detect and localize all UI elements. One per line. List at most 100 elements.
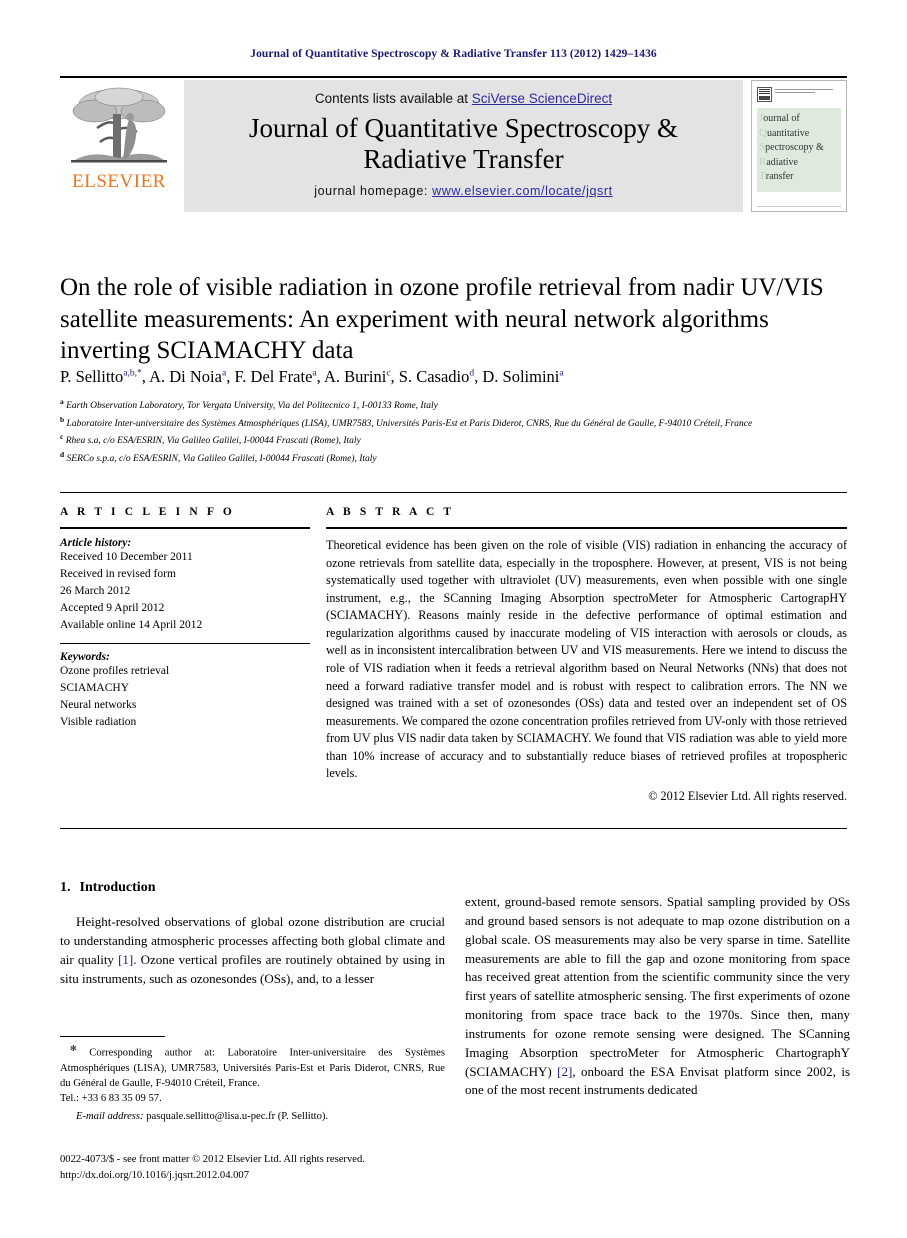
- corresponding-marker-icon: ✻: [70, 1044, 77, 1053]
- corresponding-author-tel: Tel.: +33 6 83 35 09 57.: [60, 1092, 162, 1104]
- sciencedirect-link[interactable]: SciVerse ScienceDirect: [472, 91, 612, 106]
- corresponding-author-line: ✻ Corresponding author at: Laboratoire I…: [60, 1043, 445, 1106]
- corresponding-author-marker: ,*: [134, 368, 142, 379]
- cover-publisher-icon: [757, 87, 772, 102]
- history-revised-date: 26 March 2012: [60, 584, 131, 597]
- history-received: Received 10 December 2011: [60, 551, 193, 563]
- cover-masthead-lines: [775, 87, 841, 95]
- cover-word-journal: ournal of: [763, 113, 800, 124]
- author-affil-mark: a: [559, 368, 564, 379]
- body-column-right: extent, ground-based remote sensors. Spa…: [465, 880, 850, 1113]
- journal-masthead: ELSEVIER Contents lists available at Sci…: [60, 76, 847, 212]
- abstract-rule: [326, 527, 847, 529]
- cover-title-line: Quantitative: [759, 126, 838, 141]
- cover-word-radiative: adiative: [766, 156, 798, 168]
- info-band-top-rule: [60, 492, 847, 493]
- body-column-left: 1. Introduction Height-resolved observati…: [60, 880, 445, 1001]
- author-4: A. Burinic: [324, 367, 391, 386]
- history-revised-label: Received in revised form: [60, 567, 176, 580]
- cover-word-quantitative: uantitative: [766, 127, 810, 139]
- contents-lists-line: Contents lists available at SciVerse Sci…: [315, 91, 612, 106]
- author-6: D. Soliminia: [482, 367, 563, 386]
- elsevier-wordmark: ELSEVIER: [72, 171, 166, 192]
- journal-homepage-line: journal homepage: www.elsevier.com/locat…: [314, 184, 612, 198]
- article-info-heading: A R T I C L E I N F O: [60, 506, 235, 518]
- paper-page: Journal of Quantitative Spectroscopy & R…: [0, 0, 907, 1238]
- author-2: A. Di Noiaa: [149, 367, 226, 386]
- abstract-column: A B S T R A C T Theoretical evidence has…: [326, 506, 847, 804]
- history-available-online: Available online 14 April 2012: [60, 618, 203, 631]
- author-1: P. Sellittoa,b,*: [60, 367, 142, 386]
- author-name: P. Sellitto: [60, 367, 124, 386]
- intro-paragraph-left: Height-resolved observations of global o…: [60, 913, 445, 988]
- history-accepted: Accepted 9 April 2012: [60, 601, 165, 614]
- journal-cover-thumbnail: Journal of Quantitative Spectroscopy & R…: [751, 80, 847, 212]
- doi-line[interactable]: http://dx.doi.org/10.1016/j.jqsrt.2012.0…: [60, 1168, 510, 1184]
- info-band-bottom-rule: [60, 828, 847, 829]
- author-list: P. Sellittoa,b,*, A. Di Noiaa, F. Del Fr…: [60, 367, 850, 387]
- affiliation-d: d SERCo s.p.a, c/o ESA/ESRIN, Via Galile…: [60, 449, 850, 467]
- cover-dropcap-t: T: [759, 170, 766, 183]
- cover-dropcap-q: Q: [759, 126, 767, 139]
- author-sep: ,: [390, 367, 399, 386]
- affiliation-text: Laboratoire Inter-universitaire des Syst…: [66, 418, 753, 429]
- article-info-column: A R T I C L E I N F O Article history: R…: [60, 506, 310, 731]
- abstract-text: Theoretical evidence has been given on t…: [326, 538, 847, 781]
- journal-title-line-2: Radiative Transfer: [363, 143, 564, 174]
- author-name: A. Di Noia: [149, 367, 222, 386]
- imprint-block: 0022-4073/$ - see front matter © 2012 El…: [60, 1152, 510, 1184]
- author-name: S. Casadio: [398, 367, 470, 386]
- email-address[interactable]: pasquale.sellitto@lisa.u-pec.fr (P. Sell…: [146, 1111, 328, 1122]
- abstract-heading: A B S T R A C T: [326, 506, 455, 518]
- citation-ref-2[interactable]: [2]: [557, 1064, 572, 1079]
- cover-title-line: Radiative: [759, 155, 838, 170]
- corresponding-author-note: ✻ Corresponding author at: Laboratoire I…: [60, 1043, 445, 1106]
- article-history-label: Article history:: [60, 537, 132, 549]
- author-sep: ,: [141, 367, 150, 386]
- section-heading-introduction: 1. Introduction: [60, 880, 445, 896]
- abstract-copyright: © 2012 Elsevier Ltd. All rights reserved…: [648, 788, 847, 803]
- elsevier-tree-icon: [71, 87, 167, 163]
- author-sep: ,: [316, 367, 324, 386]
- running-head: Journal of Quantitative Spectroscopy & R…: [250, 48, 657, 60]
- cover-word-transfer: ransfer: [765, 171, 794, 183]
- keyword-item: SCIAMACHY: [60, 682, 130, 695]
- affiliation-mark: c: [60, 432, 64, 442]
- keywords-label: Keywords:: [60, 651, 110, 664]
- paper-title: On the role of visible radiation in ozon…: [60, 273, 824, 365]
- citation-ref-1[interactable]: [1]: [118, 952, 133, 967]
- affiliation-c: c Rhea s.a, c/o ESA/ESRIN, Via Galileo G…: [60, 431, 850, 449]
- author-name: D. Solimini: [482, 367, 560, 386]
- corresponding-author-text: Corresponding author at: Laboratoire Int…: [60, 1047, 446, 1089]
- footnote-block: ✻ Corresponding author at: Laboratoire I…: [60, 1036, 445, 1124]
- cover-title-block: Journal of Quantitative Spectroscopy & R…: [757, 108, 841, 192]
- section-title: Introduction: [79, 880, 156, 895]
- affiliation-text: Rhea s.a, c/o ESA/ESRIN, Via Galileo Gal…: [65, 436, 361, 447]
- affiliation-b: b Laboratoire Inter-universitaire des Sy…: [60, 414, 850, 432]
- issn-copyright-line: 0022-4073/$ - see front matter © 2012 El…: [60, 1154, 365, 1165]
- affiliation-text: SERCo s.p.a, c/o ESA/ESRIN, Via Galileo …: [66, 453, 377, 464]
- journal-title-line-1: Journal of Quantitative Spectroscopy &: [249, 112, 678, 143]
- journal-homepage-link[interactable]: www.elsevier.com/locate/jqsrt: [432, 184, 613, 198]
- journal-title: Journal of Quantitative Spectroscopy & R…: [249, 113, 678, 175]
- cover-header-row: [757, 87, 841, 102]
- homepage-prefix: journal homepage:: [314, 184, 433, 199]
- affiliation-mark: a: [60, 397, 64, 406]
- keywords-rule: [60, 643, 310, 645]
- affiliation-mark: d: [60, 449, 65, 459]
- affiliation-a: a Earth Observation Laboratory, Tor Verg…: [60, 396, 850, 414]
- affiliation-text: Earth Observation Laboratory, Tor Vergat…: [66, 401, 438, 412]
- author-5: S. Casadiod: [399, 367, 474, 386]
- contents-prefix: Contents lists available at: [314, 90, 472, 106]
- cover-divider: [757, 206, 841, 207]
- email-label: E-mail address:: [76, 1111, 144, 1123]
- cover-word-spectroscopy: pectroscopy &: [765, 142, 824, 154]
- footnote-divider: [60, 1036, 165, 1037]
- intro-paragraph-right: extent, ground-based remote sensors. Spa…: [465, 893, 850, 1100]
- affiliation-mark: b: [60, 414, 65, 424]
- affiliation-list: a Earth Observation Laboratory, Tor Verg…: [60, 396, 850, 466]
- author-name: F. Del Frate: [234, 367, 313, 386]
- keywords-block: Keywords: Ozone profiles retrieval SCIAM…: [60, 651, 310, 731]
- cover-title-line: Spectroscopy &: [759, 140, 838, 155]
- elsevier-logo: ELSEVIER: [60, 80, 178, 212]
